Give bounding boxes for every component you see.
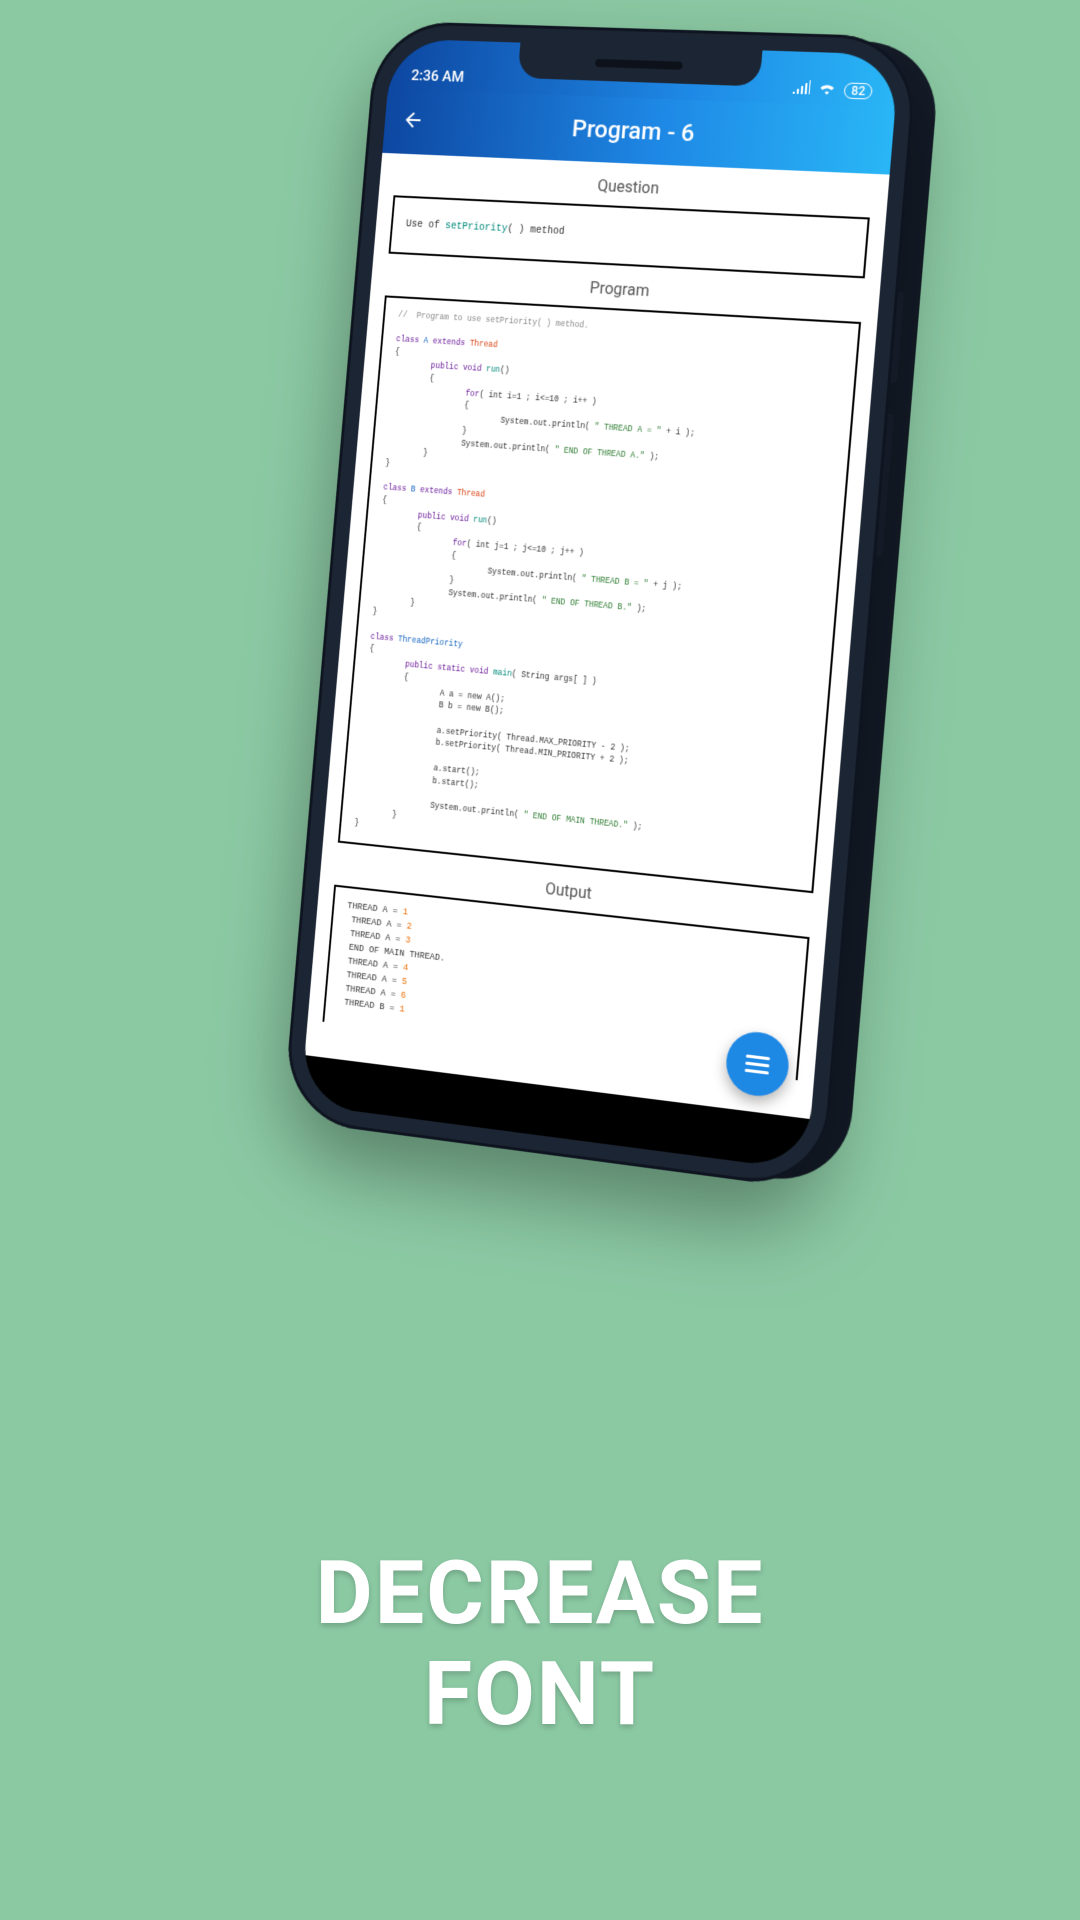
menu-fab[interactable] — [724, 1029, 791, 1100]
side-button — [891, 291, 905, 383]
page-title: Program - 6 — [571, 115, 696, 148]
screen: 2:36 AM 82 Program - 6 Que — [300, 38, 899, 1170]
question-box: Use of setPriority( ) method — [389, 195, 870, 278]
phone-frame: 2:36 AM 82 Program - 6 Que — [282, 21, 919, 1192]
wifi-icon — [818, 81, 838, 100]
program-box: // Program to use setPriority( ) method.… — [338, 295, 861, 893]
menu-icon — [745, 1054, 770, 1074]
output-box: THREAD A = 1 THREAD A = 2 THREAD A = 3 E… — [322, 885, 809, 1081]
battery-indicator: 82 — [844, 82, 873, 99]
back-icon[interactable] — [401, 107, 426, 136]
content-area[interactable]: Question Use of setPriority( ) method Pr… — [305, 153, 890, 1119]
promo-caption: DECREASEFONT — [0, 1543, 1080, 1745]
navigation-bar — [300, 1055, 810, 1170]
side-button — [876, 414, 894, 557]
status-time: 2:36 AM — [411, 66, 465, 85]
signal-icon — [792, 80, 811, 99]
